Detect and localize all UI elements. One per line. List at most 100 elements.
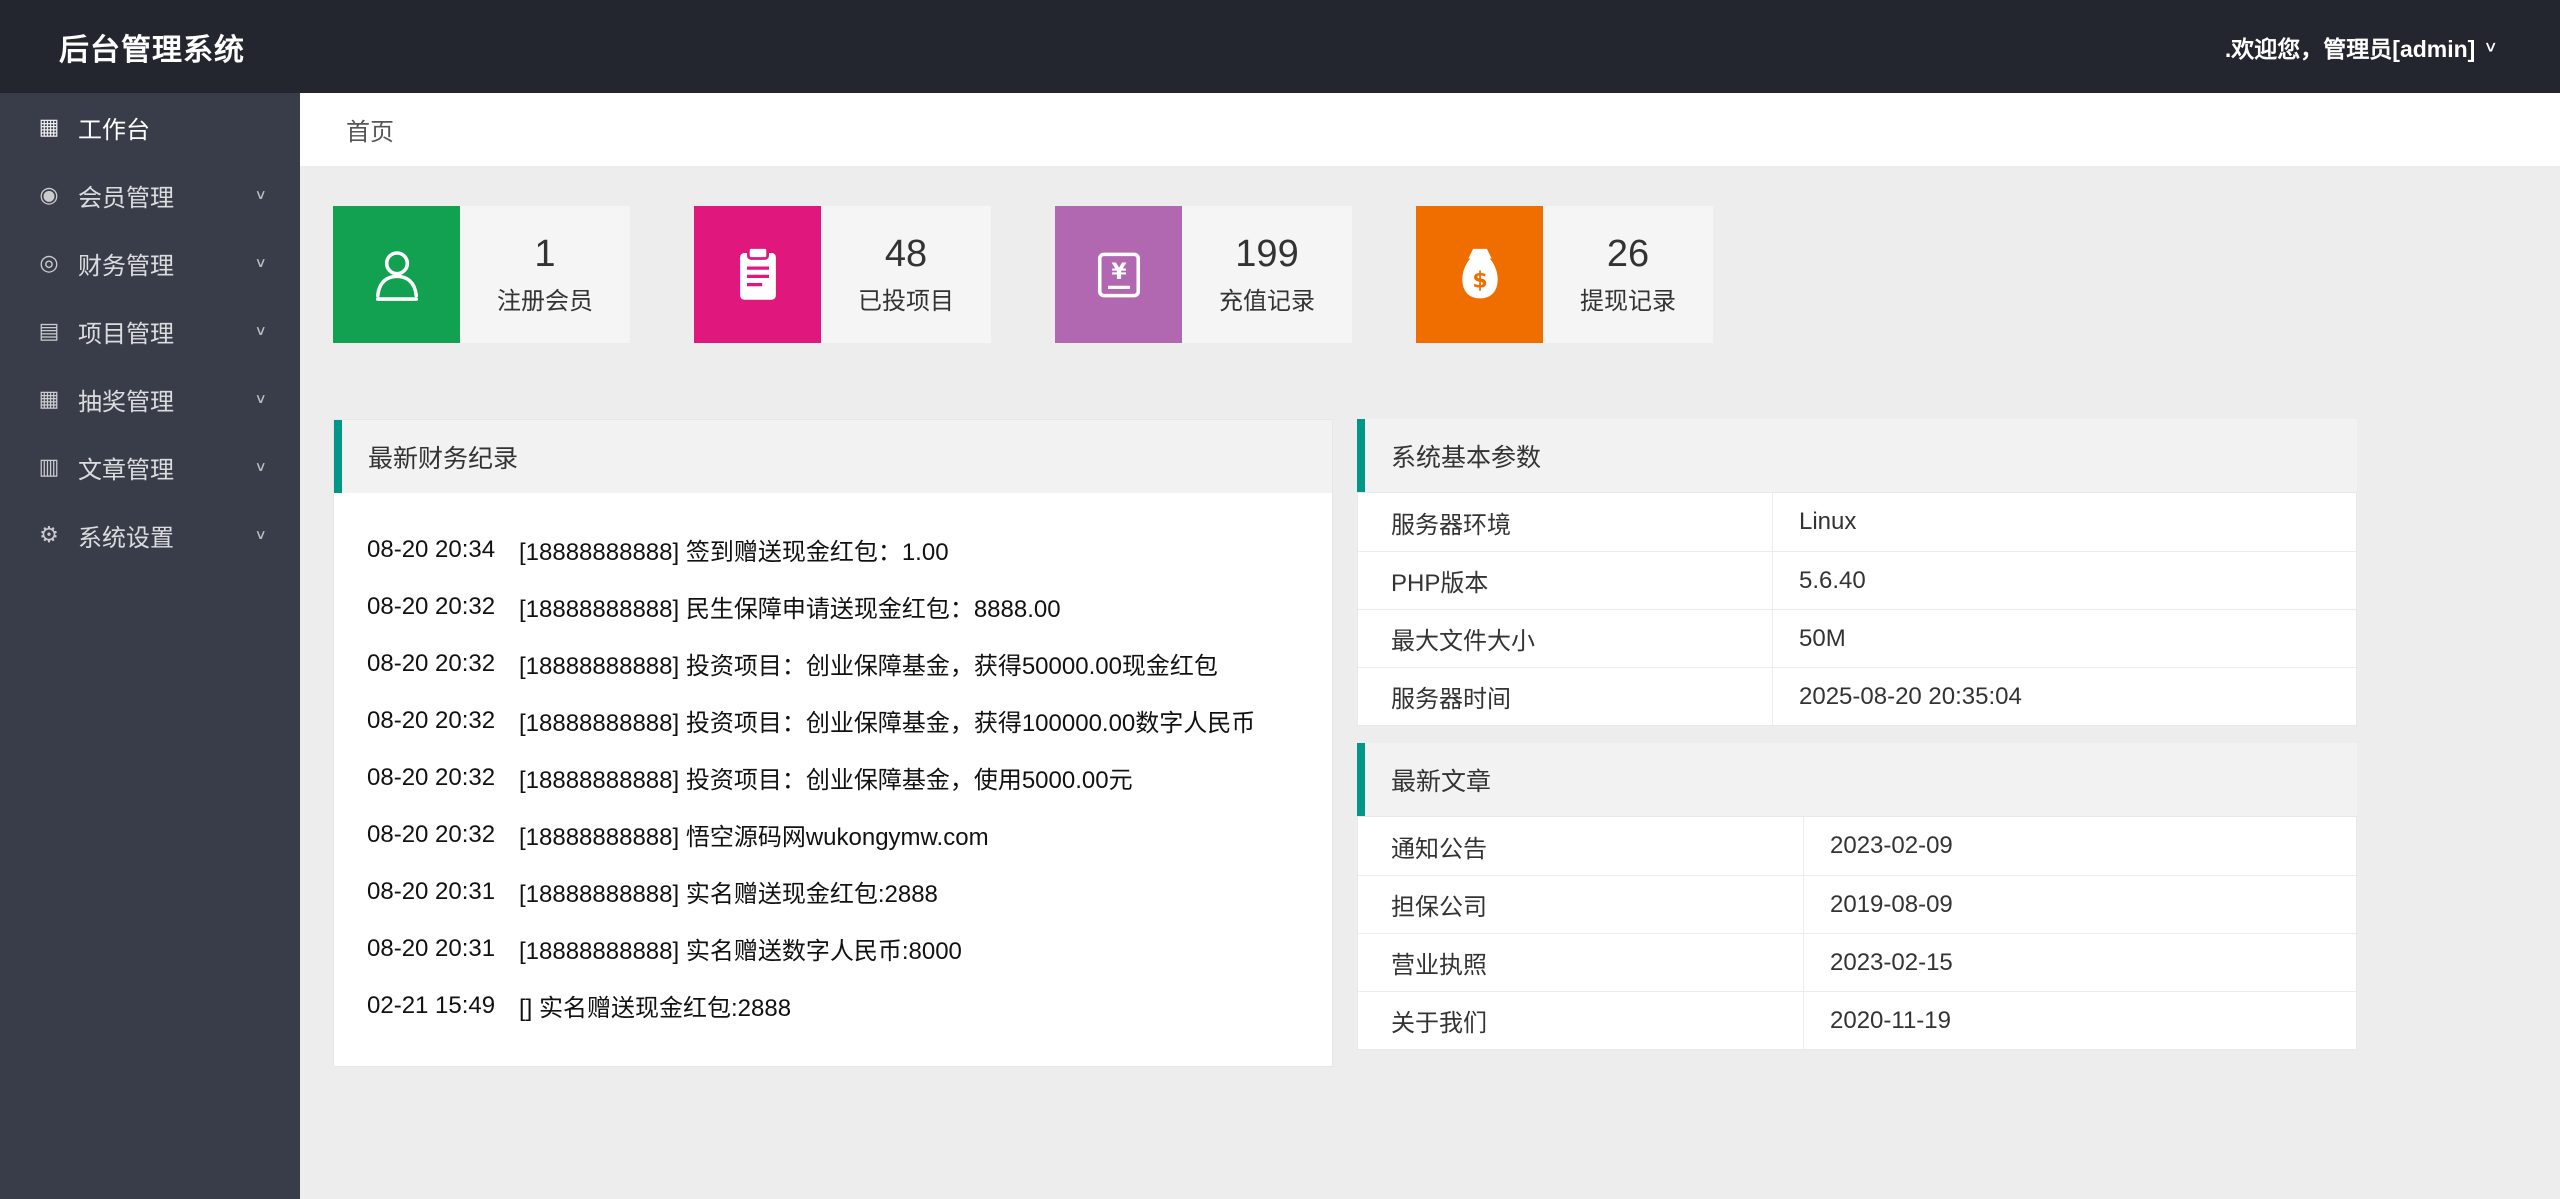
table-row: 服务器时间 2025-08-20 20:35:04 [1358,667,2356,725]
user-menu[interactable]: .欢迎您，管理员[admin] ∨ [2225,30,2498,64]
stat-label: 已投项目 [858,281,954,316]
system-params-table: 服务器环境 Linux PHP版本 5.6.40 最大文件大小 50M [1357,492,2357,726]
stat-card-registered-members[interactable]: 1 注册会员 [333,206,630,343]
table-row: 最大文件大小 50M [1358,609,2356,667]
stat-label: 提现记录 [1580,281,1676,316]
sidebar-item-label: 工作台 [78,110,150,145]
finance-records-panel: 最新财务纪录 08-20 20:34 [18888888888] 签到赠送现金红… [333,419,1333,1067]
record-time: 08-20 20:32 [367,650,519,678]
stat-card-recharge-records[interactable]: ¥ 199 充值记录 [1055,206,1352,343]
record-time: 08-20 20:32 [367,707,519,735]
article-date: 2023-02-09 [1804,817,2356,875]
articles-icon: ▥ [33,454,65,480]
record-time: 08-20 20:32 [367,821,519,849]
user-icon [333,206,460,343]
stat-value: 26 [1607,233,1649,276]
table-row: 通知公告 2023-02-09 [1358,817,2356,875]
sidebar-item-settings[interactable]: ⚙ 系统设置 ∨ [0,501,300,569]
stat-value: 48 [885,233,927,276]
record-text: [18888888888] 投资项目：创业保障基金，获得50000.00现金红包 [519,646,1218,681]
sidebar: ▦ 工作台 ◉ 会员管理 ∨ ◎ 财务管理 ∨ ▤ 项目管理 ∨ ▦ 抽奖管理 … [0,93,300,1199]
sidebar-item-workbench[interactable]: ▦ 工作台 [0,93,300,161]
lottery-icon: ▦ [33,386,65,412]
chevron-down-icon: ∨ [255,187,267,203]
latest-articles-title: 最新文章 [1357,743,2357,816]
article-title[interactable]: 担保公司 [1358,876,1804,933]
stat-label: 充值记录 [1219,281,1315,316]
breadcrumb-home-link[interactable]: 首页 [346,112,394,147]
sidebar-item-label: 财务管理 [78,246,174,281]
table-row: 服务器环境 Linux [1358,493,2356,551]
latest-articles-panel: 最新文章 通知公告 2023-02-09 担保公司 2019-08-09 [1357,743,2357,1050]
finance-record-row: 08-20 20:32 [18888888888] 投资项目：创业保障基金，获得… [334,692,1332,749]
panels-row: 最新财务纪录 08-20 20:34 [18888888888] 签到赠送现金红… [333,419,2560,1067]
admin-dashboard: 后台管理系统 .欢迎您，管理员[admin] ∨ ▦ 工作台 ◉ 会员管理 ∨ … [0,0,2560,1199]
article-title[interactable]: 关于我们 [1358,992,1804,1049]
param-value: 50M [1773,610,2356,667]
svg-text:$: $ [1472,268,1487,293]
stat-card-withdraw-records[interactable]: $ 26 提现记录 [1416,206,1713,343]
breadcrumb: 首页 [300,93,2560,166]
sidebar-item-members[interactable]: ◉ 会员管理 ∨ [0,161,300,229]
finance-records-list: 08-20 20:34 [18888888888] 签到赠送现金红包：1.00 … [334,493,1332,1066]
sidebar-item-label: 项目管理 [78,314,174,349]
finance-record-row: 08-20 20:34 [18888888888] 签到赠送现金红包：1.00 [334,521,1332,578]
sidebar-item-label: 系统设置 [78,518,174,553]
latest-articles-table: 通知公告 2023-02-09 担保公司 2019-08-09 营业执照 202… [1357,816,2357,1050]
members-icon: ◉ [33,182,65,208]
param-label: 服务器时间 [1358,668,1773,725]
recharge-icon: ¥ [1055,206,1182,343]
right-column: 系统基本参数 服务器环境 Linux PHP版本 5.6.40 [1357,419,2357,1050]
finance-record-row: 08-20 20:32 [18888888888] 悟空源码网wukongymw… [334,806,1332,863]
finance-icon: ◎ [33,250,65,276]
article-date: 2019-08-09 [1804,876,2356,933]
chevron-down-icon: ∨ [255,323,267,339]
record-text: [18888888888] 实名赠送数字人民币:8000 [519,931,962,966]
record-text: [18888888888] 实名赠送现金红包:2888 [519,874,938,909]
param-value: Linux [1773,493,2356,551]
clipboard-icon [694,206,821,343]
system-params-title: 系统基本参数 [1357,419,2357,492]
record-text: [] 实名赠送现金红包:2888 [519,988,791,1023]
sidebar-item-finance[interactable]: ◎ 财务管理 ∨ [0,229,300,297]
chevron-down-icon: ∨ [255,459,267,475]
finance-panel-title: 最新财务纪录 [334,420,1332,493]
workbench-icon: ▦ [33,114,65,140]
stat-info: 48 已投项目 [821,206,991,343]
sidebar-item-lottery[interactable]: ▦ 抽奖管理 ∨ [0,365,300,433]
record-time: 08-20 20:31 [367,878,519,906]
finance-record-row: 08-20 20:32 [18888888888] 投资项目：创业保障基金，使用… [334,749,1332,806]
chevron-down-icon: ∨ [255,391,267,407]
stat-card-invested-projects[interactable]: 48 已投项目 [694,206,991,343]
param-label: 最大文件大小 [1358,610,1773,667]
record-time: 08-20 20:34 [367,536,519,564]
svg-text:¥: ¥ [1111,260,1127,285]
chevron-down-icon: ∨ [255,255,267,271]
finance-record-row: 02-21 15:49 [] 实名赠送现金红包:2888 [334,977,1332,1034]
stat-value: 199 [1235,233,1298,276]
table-row: 关于我们 2020-11-19 [1358,991,2356,1049]
stat-info: 1 注册会员 [460,206,630,343]
param-value: 2025-08-20 20:35:04 [1773,668,2356,725]
stat-info: 199 充值记录 [1182,206,1352,343]
settings-icon: ⚙ [33,522,65,548]
article-date: 2020-11-19 [1804,992,2356,1049]
finance-record-row: 08-20 20:32 [18888888888] 投资项目：创业保障基金，获得… [334,635,1332,692]
article-date: 2023-02-15 [1804,934,2356,991]
article-title[interactable]: 营业执照 [1358,934,1804,991]
article-title[interactable]: 通知公告 [1358,817,1804,875]
param-label: 服务器环境 [1358,493,1773,551]
topbar: 后台管理系统 .欢迎您，管理员[admin] ∨ [0,0,2560,93]
sidebar-item-label: 抽奖管理 [78,382,174,417]
record-time: 08-20 20:32 [367,593,519,621]
param-label: PHP版本 [1358,552,1773,609]
record-text: [18888888888] 民生保障申请送现金红包：8888.00 [519,589,1061,624]
table-row: 担保公司 2019-08-09 [1358,875,2356,933]
finance-record-row: 08-20 20:31 [18888888888] 实名赠送数字人民币:8000 [334,920,1332,977]
app-title: 后台管理系统 [59,25,245,69]
sidebar-item-projects[interactable]: ▤ 项目管理 ∨ [0,297,300,365]
record-time: 02-21 15:49 [367,992,519,1020]
stat-info: 26 提现记录 [1543,206,1713,343]
table-row: PHP版本 5.6.40 [1358,551,2356,609]
sidebar-item-articles[interactable]: ▥ 文章管理 ∨ [0,433,300,501]
